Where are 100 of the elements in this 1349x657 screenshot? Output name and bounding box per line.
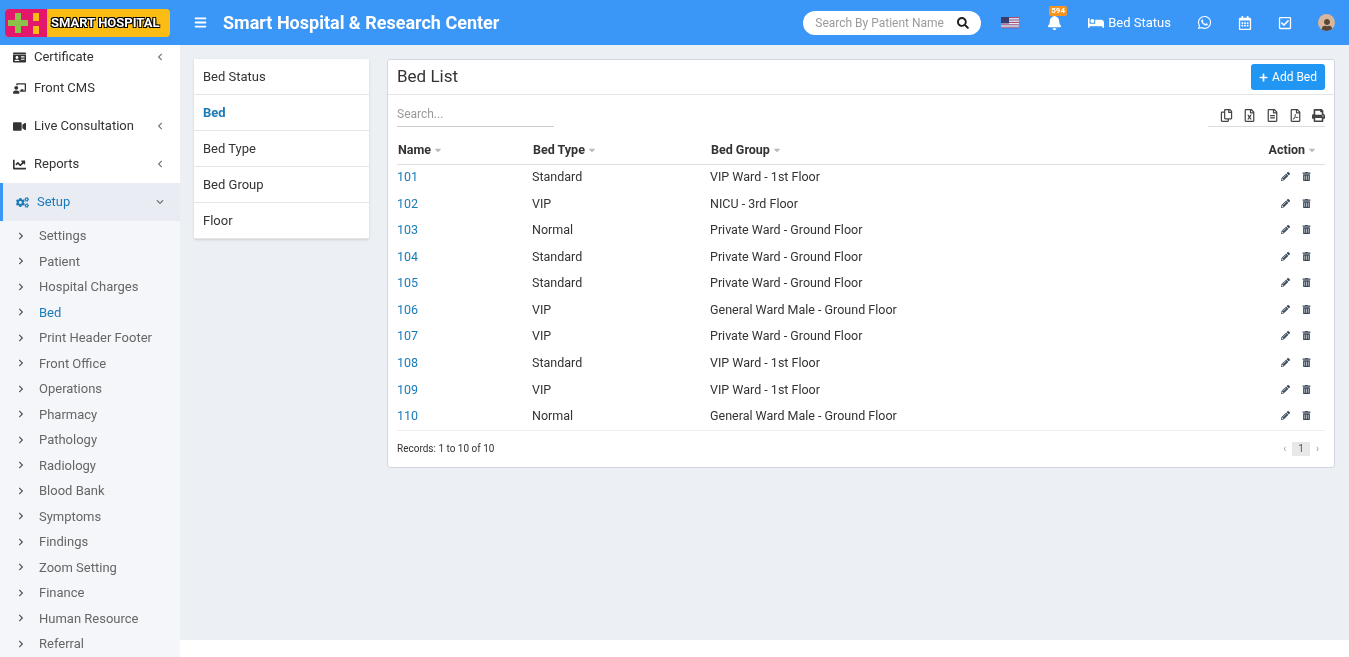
bed-name-link[interactable]: 104: [397, 243, 532, 271]
submenu-item[interactable]: Hospital Charges: [0, 274, 180, 300]
bed-name-link[interactable]: 101: [397, 164, 532, 191]
records-info: Records: 1 to 10 of 10: [397, 442, 495, 457]
table-search-field[interactable]: Search...: [397, 105, 554, 127]
column-header[interactable]: Name: [397, 137, 532, 164]
calendar-icon[interactable]: [1238, 15, 1252, 30]
delete-icon[interactable]: [1302, 172, 1311, 182]
edit-icon[interactable]: [1281, 225, 1290, 235]
submenu-item[interactable]: Symptoms: [0, 503, 180, 529]
table-cell-text: VIP Ward - 1st Floor: [710, 380, 821, 399]
csv-file-icon[interactable]: [1266, 109, 1279, 122]
edit-icon[interactable]: [1281, 358, 1290, 368]
chevron-right-icon: [17, 333, 25, 342]
cross-logo-icon: [5, 8, 47, 37]
submenu-item[interactable]: Zoom Setting: [0, 554, 180, 580]
delete-icon[interactable]: [1302, 358, 1311, 368]
id-card-icon: [13, 50, 26, 64]
plus-icon: [1259, 72, 1269, 82]
chevron-right-icon: [17, 308, 25, 317]
table-cell-text: VIP: [532, 327, 553, 346]
submenu-item[interactable]: Print Header Footer: [0, 325, 180, 351]
submenu-item[interactable]: Findings: [0, 529, 180, 555]
delete-icon[interactable]: [1302, 278, 1311, 288]
edit-icon[interactable]: [1281, 278, 1290, 288]
bed-menu-item[interactable]: Floor: [194, 203, 369, 239]
bed-menu-item[interactable]: Bed Type: [194, 131, 369, 167]
submenu-item[interactable]: Operations: [0, 376, 180, 402]
sidebar-item[interactable]: Front CMS: [0, 69, 180, 107]
table-cell: Standard: [532, 164, 710, 191]
delete-icon[interactable]: [1302, 384, 1311, 394]
chevron-right-icon: [17, 435, 25, 444]
excel-file-icon[interactable]: [1243, 109, 1256, 122]
bed-name-link[interactable]: 110: [397, 403, 532, 430]
sidebar-item[interactable]: Live Consultation: [0, 107, 180, 145]
submenu-item[interactable]: Human Resource: [0, 605, 180, 631]
submenu-item[interactable]: Finance: [0, 580, 180, 606]
bed-status-link[interactable]: Bed Status: [1088, 12, 1171, 33]
edit-icon[interactable]: [1281, 304, 1290, 314]
next-page-link[interactable]: ›: [1316, 441, 1319, 457]
delete-icon[interactable]: [1302, 198, 1311, 208]
bed-menu-item[interactable]: Bed Status: [194, 59, 369, 95]
column-header[interactable]: Bed Type: [532, 137, 710, 164]
copy-icon[interactable]: [1220, 109, 1233, 122]
user-avatar[interactable]: [1318, 14, 1335, 31]
patient-search-field[interactable]: Search By Patient Name: [803, 10, 982, 35]
previous-page-link[interactable]: ‹: [1283, 441, 1287, 457]
task-check-icon[interactable]: [1278, 15, 1292, 30]
bed-name-link[interactable]: 109: [397, 376, 532, 404]
submenu-item[interactable]: Blood Bank: [0, 478, 180, 504]
search-icon[interactable]: [957, 16, 970, 29]
bed-name-link[interactable]: 108: [397, 350, 532, 377]
column-header[interactable]: Bed Group: [710, 137, 1183, 164]
submenu-item[interactable]: Referral: [0, 631, 180, 657]
submenu-item[interactable]: Front Office: [0, 350, 180, 376]
submenu-item[interactable]: Pathology: [0, 427, 180, 453]
edit-icon[interactable]: [1281, 411, 1290, 421]
bed-name-link[interactable]: 102: [397, 190, 532, 218]
table-cell: VIP: [532, 376, 710, 404]
delete-icon[interactable]: [1302, 304, 1311, 314]
bed-menu-item[interactable]: Bed: [194, 95, 369, 131]
table-cell-text: Standard: [532, 247, 584, 266]
edit-icon[interactable]: [1281, 251, 1290, 261]
table-cell-text: General Ward Male - Ground Floor: [710, 407, 898, 426]
delete-icon[interactable]: [1302, 225, 1311, 235]
delete-icon[interactable]: [1302, 331, 1311, 341]
whatsapp-icon[interactable]: [1197, 15, 1212, 30]
menu-toggle-icon[interactable]: [194, 16, 207, 29]
edit-icon[interactable]: [1281, 172, 1290, 182]
chevron-right-icon: [17, 282, 25, 291]
table-cell-text: Normal: [532, 221, 575, 240]
bed-name-link[interactable]: 107: [397, 323, 532, 351]
edit-icon[interactable]: [1281, 331, 1290, 341]
print-icon[interactable]: [1312, 109, 1325, 122]
bell-icon[interactable]: [1047, 15, 1063, 30]
video-camera-icon: [13, 119, 26, 133]
submenu-item[interactable]: Settings: [0, 223, 180, 249]
pdf-file-icon[interactable]: [1289, 109, 1302, 122]
bed-name-link[interactable]: 106: [397, 296, 532, 324]
bed-name-link[interactable]: 105: [397, 270, 532, 297]
submenu-item[interactable]: Patient: [0, 248, 180, 274]
table-cell-text: Private Ward - Ground Floor: [710, 274, 864, 293]
sidebar-item[interactable]: Certificate: [0, 45, 180, 69]
edit-icon[interactable]: [1281, 198, 1290, 208]
add-bed-button[interactable]: Add Bed: [1251, 64, 1325, 90]
delete-icon[interactable]: [1302, 411, 1311, 421]
submenu-item[interactable]: Pharmacy: [0, 401, 180, 427]
column-header[interactable]: Action: [1182, 137, 1325, 164]
chevron-right-icon: [17, 639, 25, 648]
bed-name-link[interactable]: 103: [397, 217, 532, 244]
bed-menu-item[interactable]: Bed Group: [194, 167, 369, 203]
submenu-item[interactable]: Radiology: [0, 452, 180, 478]
table-cell: Standard: [532, 350, 710, 377]
submenu-item[interactable]: Bed: [0, 299, 180, 325]
sidebar-item[interactable]: Reports: [0, 145, 180, 183]
edit-icon[interactable]: [1281, 384, 1290, 394]
us-flag-icon[interactable]: [1001, 16, 1020, 29]
delete-icon[interactable]: [1302, 251, 1311, 261]
page-number[interactable]: 1: [1292, 441, 1310, 456]
sidebar-item[interactable]: Setup: [0, 183, 180, 221]
